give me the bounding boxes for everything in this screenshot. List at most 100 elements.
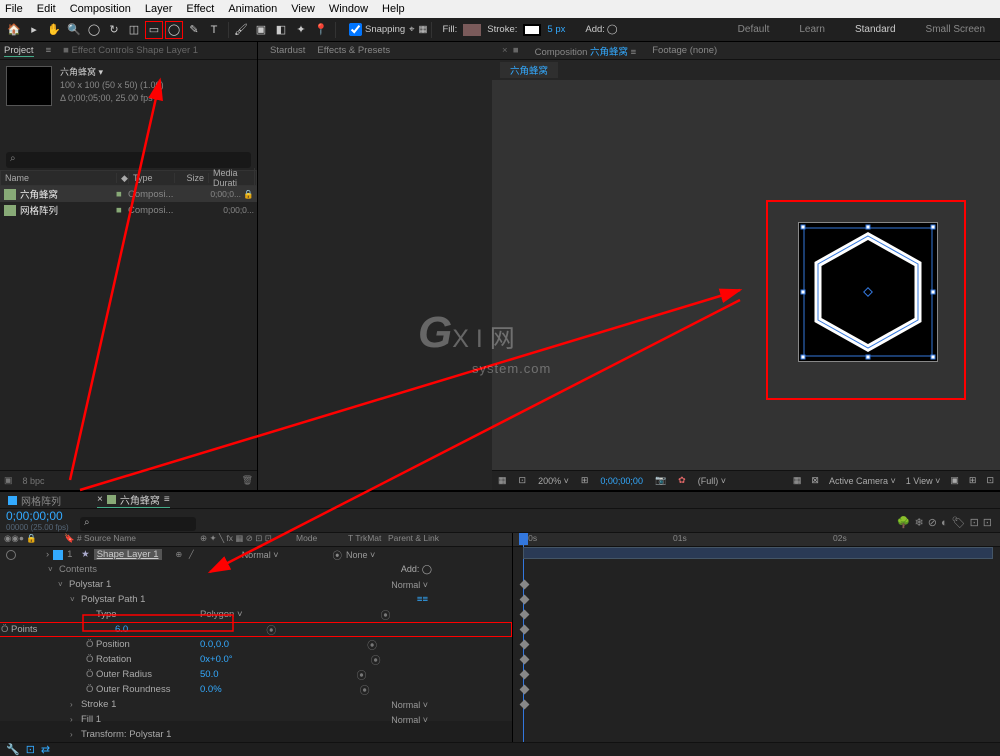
position-value[interactable]: 0.0,0.0 <box>200 639 229 650</box>
stroke-width[interactable]: 5 px <box>547 24 565 35</box>
comp-thumbnail[interactable] <box>6 66 52 106</box>
playhead[interactable] <box>523 533 524 742</box>
menu-help[interactable]: Help <box>382 3 405 15</box>
col-name[interactable]: Name <box>1 173 117 183</box>
resolution-dropdown[interactable]: (Full) ˅ <box>698 476 726 486</box>
keyframe[interactable] <box>520 700 530 710</box>
tl-icon-6[interactable]: ⊡ <box>970 516 979 529</box>
tlf-icon2[interactable]: ⊡ <box>26 743 35 756</box>
project-tab[interactable]: Project <box>4 45 34 57</box>
workspace-learn[interactable]: Learn <box>799 24 825 35</box>
col-size[interactable]: Size <box>175 173 209 183</box>
type-dropdown[interactable]: Polygon ˅ <box>200 609 243 620</box>
hexagon-shape[interactable] <box>798 222 938 362</box>
playhead-handle[interactable] <box>519 533 528 545</box>
menu-view[interactable]: View <box>291 3 315 15</box>
parent-dropdown[interactable]: None ˅ <box>346 550 375 560</box>
hand-tool-icon[interactable]: ✋ <box>45 21 63 39</box>
keyframe[interactable] <box>520 640 530 650</box>
keyframe[interactable] <box>520 625 530 635</box>
col-media[interactable]: Media Durati <box>209 168 255 188</box>
polystar-mode[interactable]: Normal ˅ <box>391 580 428 590</box>
rectangle-tool-icon[interactable]: ▭ <box>145 21 163 39</box>
add-label[interactable]: Add: <box>585 24 605 35</box>
add-menu-icon[interactable]: ◯ <box>607 24 618 35</box>
snap-icon[interactable]: ⌖ <box>409 24 414 35</box>
prop-outer-roundness[interactable]: ÖOuter Roundness0.0%⦿ <box>0 682 512 697</box>
rotate-tool-icon[interactable]: ↻ <box>105 21 123 39</box>
prop-position[interactable]: ÖPosition0.0,0.0⦿ <box>0 637 512 652</box>
project-item-2[interactable]: 网格阵列 ■ Composi... 0;00;0... <box>0 202 257 218</box>
snapping-checkbox[interactable] <box>349 23 362 36</box>
stroke-row[interactable]: ›Stroke 1 Normal ˅ <box>0 697 512 712</box>
menu-effect[interactable]: Effect <box>186 3 214 15</box>
menu-composition[interactable]: Composition <box>70 3 131 15</box>
vf-icon6[interactable]: ▣ <box>950 475 959 486</box>
ellipse-tool-icon[interactable]: ◯ <box>165 21 183 39</box>
workspace-standard[interactable]: Standard <box>855 24 896 35</box>
eraser-tool-icon[interactable]: ◧ <box>272 21 290 39</box>
menu-window[interactable]: Window <box>329 3 368 15</box>
camera-dropdown[interactable]: Active Camera ˅ <box>829 476 896 486</box>
roto-tool-icon[interactable]: ✦ <box>292 21 310 39</box>
visibility-toggle[interactable] <box>6 550 16 560</box>
contents-row[interactable]: ˅Contents Add: ◯ <box>0 562 512 577</box>
menubar[interactable]: File Edit Composition Layer Effect Anima… <box>0 0 1000 18</box>
puppet-tool-icon[interactable]: 📍 <box>312 21 330 39</box>
outer-roundness-value[interactable]: 0.0% <box>200 684 222 695</box>
tlf-icon3[interactable]: ⇄ <box>41 743 50 756</box>
vf-time[interactable]: 0;00;00;00 <box>600 476 643 486</box>
polystar-path-row[interactable]: ˅Polystar Path 1 ≡≡ <box>0 592 512 607</box>
tl-icon-1[interactable]: 🌳 <box>897 516 911 529</box>
vf-icon5[interactable]: ✿ <box>678 475 686 486</box>
path-icon[interactable]: ≡≡ <box>417 594 428 605</box>
fill-swatch[interactable] <box>463 24 481 36</box>
timeline-graph[interactable]: :00s 01s 02s <box>512 533 1000 742</box>
snap-icon2[interactable]: ▦ <box>419 24 428 35</box>
keyframe[interactable] <box>520 670 530 680</box>
keyframe[interactable] <box>520 610 530 620</box>
vf-icon1[interactable]: ▦ <box>498 475 507 486</box>
vf-icon3[interactable]: ⊞ <box>581 475 589 486</box>
layer-name[interactable]: Shape Layer 1 <box>94 549 162 560</box>
rotation-value[interactable]: 0x+0.0° <box>200 654 233 665</box>
footage-tab[interactable]: Footage (none) <box>652 45 717 56</box>
fill-mode[interactable]: Normal ˅ <box>391 715 428 725</box>
stroke-mode[interactable]: Normal ˅ <box>391 700 428 710</box>
workspace-default[interactable]: Default <box>738 24 770 35</box>
layer-row[interactable]: › 1 ★ Shape Layer 1 ⊕ ╱ Normal ˅ ⦿ None … <box>0 547 512 562</box>
prop-points[interactable]: ÖPoints6.0⦿ <box>0 622 512 637</box>
trash-icon[interactable]: 🗑 <box>242 475 253 486</box>
tl-tab-1[interactable]: 网格阵列 <box>8 493 61 508</box>
type-tool-icon[interactable]: T <box>205 21 223 39</box>
menu-layer[interactable]: Layer <box>145 3 173 15</box>
add-button[interactable]: Add: ◯ <box>401 564 432 575</box>
home-icon[interactable]: 🏠 <box>5 21 23 39</box>
tl-icon-7[interactable]: ⊡ <box>983 516 992 529</box>
view-dropdown[interactable]: 1 View ˅ <box>906 476 941 486</box>
transform-row[interactable]: ›Transform: Polystar 1 <box>0 727 512 742</box>
outer-radius-value[interactable]: 50.0 <box>200 669 219 680</box>
stardust-tab[interactable]: Stardust <box>270 45 305 56</box>
workspace-switcher[interactable]: Default Learn Standard Small Screen <box>738 24 995 35</box>
current-time[interactable]: 0;00;00;00 00000 (25.00 fps) <box>0 509 80 532</box>
composition-tab[interactable]: Composition 六角蜂窝 ≡ <box>535 44 637 58</box>
menu-edit[interactable]: Edit <box>37 3 56 15</box>
keyframe[interactable] <box>520 580 530 590</box>
points-value[interactable]: 6.0 <box>115 624 128 635</box>
blend-mode[interactable]: Normal ˅ <box>242 550 279 560</box>
col-type[interactable]: Type <box>129 173 175 183</box>
zoom-dropdown[interactable]: 200% ˅ <box>538 476 569 486</box>
render-icon[interactable]: ▣ <box>4 475 13 486</box>
prop-outer-radius[interactable]: ÖOuter Radius50.0⦿ <box>0 667 512 682</box>
brush-tool-icon[interactable]: 🖌 <box>232 21 250 39</box>
polystar-row[interactable]: ˅Polystar 1 Normal ˅ <box>0 577 512 592</box>
layer-bar[interactable] <box>523 547 993 559</box>
zoom-tool-icon[interactable]: 🔍 <box>65 21 83 39</box>
fill-label[interactable]: Fill: <box>443 24 458 35</box>
vf-mask-icon[interactable]: ⊠ <box>811 475 819 486</box>
workspace-small[interactable]: Small Screen <box>926 24 985 35</box>
vf-icon7[interactable]: ⊞ <box>969 475 977 486</box>
vf-icon4[interactable]: 📷 <box>655 475 666 486</box>
tl-icon-2[interactable]: ❄ <box>915 516 924 529</box>
